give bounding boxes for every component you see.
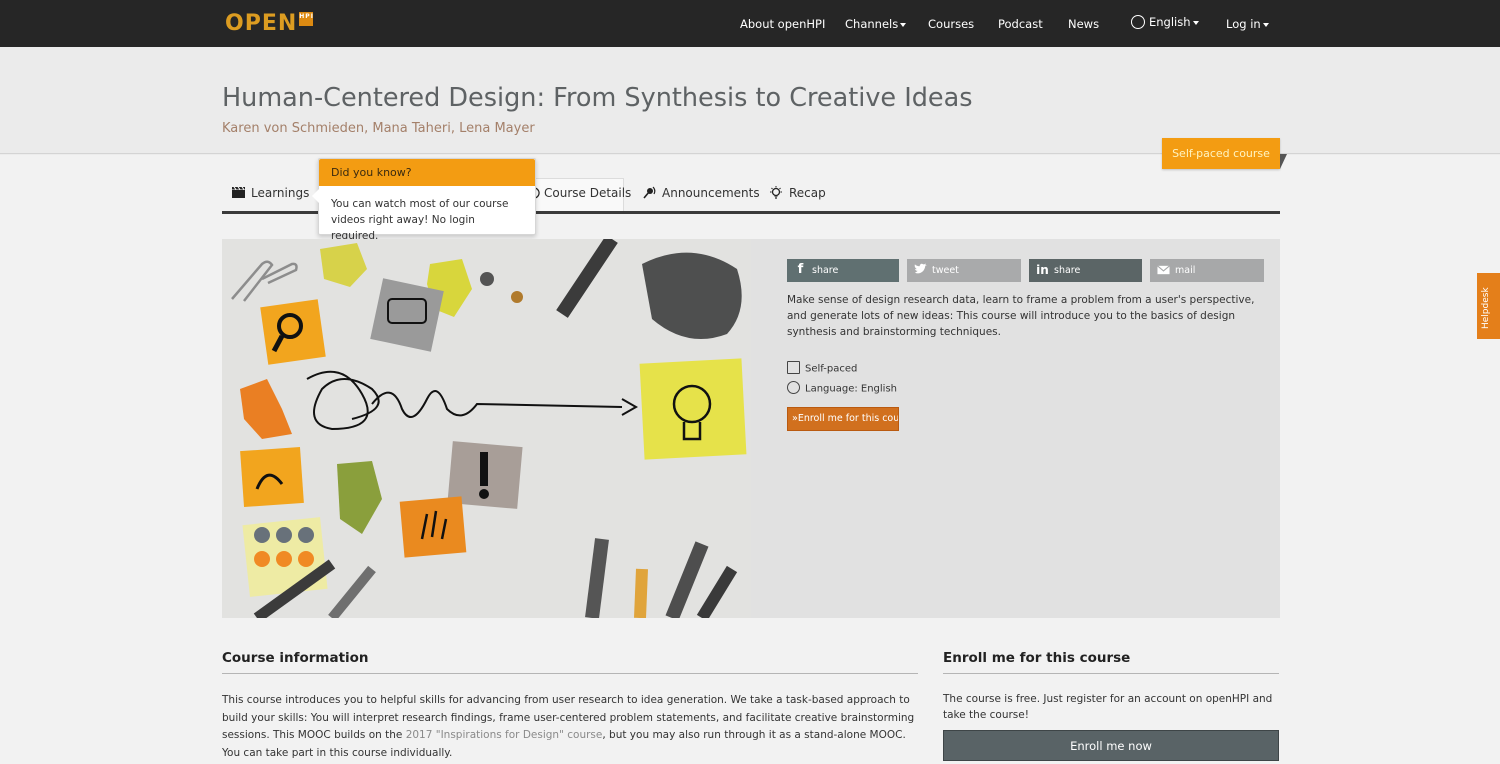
tab-recap[interactable]: Recap <box>769 185 826 201</box>
course-teaser-image <box>222 239 751 618</box>
page-title: Human-Centered Design: From Synthesis to… <box>222 83 973 113</box>
tab-course-details-label: Course Details <box>544 186 632 200</box>
nav-about[interactable]: About openHPI <box>740 17 825 31</box>
tab-announcements[interactable]: Announcements <box>642 186 760 201</box>
nav-news[interactable]: News <box>1068 17 1099 31</box>
helpdesk-label: Helpdesk <box>1481 287 1491 329</box>
chevron-down-icon <box>1262 22 1269 27</box>
divider <box>943 673 1279 674</box>
enroll-button[interactable]: »Enroll me for this course <box>787 407 899 431</box>
design-thinking-illustration <box>222 239 751 618</box>
enroll-description: The course is free. Just register for an… <box>943 693 1273 721</box>
share-mail-label: mail <box>1175 265 1196 276</box>
nav-login-label: Log in <box>1226 17 1261 31</box>
share-twitter-button[interactable]: tweet <box>907 259 1021 282</box>
enroll-heading: Enroll me for this course <box>943 650 1131 666</box>
nav-language[interactable]: English <box>1131 14 1199 30</box>
twitter-icon <box>914 263 927 274</box>
linkedin-icon: in <box>1036 263 1049 277</box>
share-facebook-button[interactable]: f share <box>787 259 899 282</box>
facebook-icon: f <box>797 262 804 277</box>
course-authors: Karen von Schmieden, Mana Taheri, Lena M… <box>222 121 535 136</box>
broadcast-icon <box>643 186 656 199</box>
did-you-know-tooltip: Did you know? You can watch most of our … <box>312 158 536 242</box>
tooltip-arrow <box>312 189 319 203</box>
tab-announcements-label: Announcements <box>662 186 760 200</box>
self-paced-ribbon: Self-paced course <box>1162 138 1280 169</box>
course-information-text: This course introduces you to helpful sk… <box>222 692 918 762</box>
chevron-down-icon <box>1192 20 1199 25</box>
nav-podcast[interactable]: Podcast <box>998 17 1043 31</box>
tab-learnings[interactable]: Learnings <box>232 186 309 200</box>
nav-channels-label: Channels <box>845 17 899 31</box>
top-navbar: OPEN HPI About openHPI Channels Courses P… <box>0 0 1500 47</box>
meta-pace-label: Self-paced <box>805 363 858 375</box>
tab-recap-label: Recap <box>789 186 826 200</box>
logo-text: OPEN <box>225 11 298 36</box>
inspirations-for-design-link[interactable]: 2017 "Inspirations for Design" course <box>406 729 603 741</box>
envelope-icon <box>1157 265 1170 275</box>
globe-icon <box>787 381 800 394</box>
nav-login[interactable]: Log in <box>1226 17 1269 31</box>
meta-language: Language: English <box>787 381 898 395</box>
meta-pace: Self-paced <box>787 361 858 375</box>
clapperboard-icon <box>232 187 245 198</box>
share-facebook-label: share <box>812 265 839 276</box>
logo-badge: HPI <box>299 12 314 26</box>
helpdesk-tab[interactable]: Helpdesk <box>1477 273 1500 339</box>
calendar-icon <box>787 361 800 374</box>
nav-courses[interactable]: Courses <box>928 17 974 31</box>
divider <box>222 673 918 674</box>
enroll-button-label: Enroll me for this course <box>797 413 899 424</box>
ribbon-fold <box>1280 154 1287 169</box>
tab-course-details[interactable]: Course Details <box>528 186 631 200</box>
openhpi-logo[interactable]: OPEN HPI <box>225 11 314 36</box>
nav-channels[interactable]: Channels <box>845 17 907 31</box>
tooltip-title: Did you know? <box>319 159 535 186</box>
tab-learnings-label: Learnings <box>251 186 310 200</box>
enroll-now-button[interactable]: Enroll me now <box>943 730 1279 761</box>
globe-icon <box>1131 14 1145 29</box>
share-twitter-label: tweet <box>932 265 959 276</box>
share-linkedin-button[interactable]: in share <box>1029 259 1142 282</box>
meta-language-label: Language: English <box>805 383 898 395</box>
share-mail-button[interactable]: mail <box>1150 259 1264 282</box>
course-information-heading: Course information <box>222 650 369 666</box>
share-linkedin-label: share <box>1054 265 1081 276</box>
course-abstract: Make sense of design research data, lear… <box>787 294 1255 338</box>
nav-language-label: English <box>1149 15 1191 29</box>
chevron-down-icon <box>900 22 907 27</box>
lightbulb-icon <box>770 185 782 199</box>
